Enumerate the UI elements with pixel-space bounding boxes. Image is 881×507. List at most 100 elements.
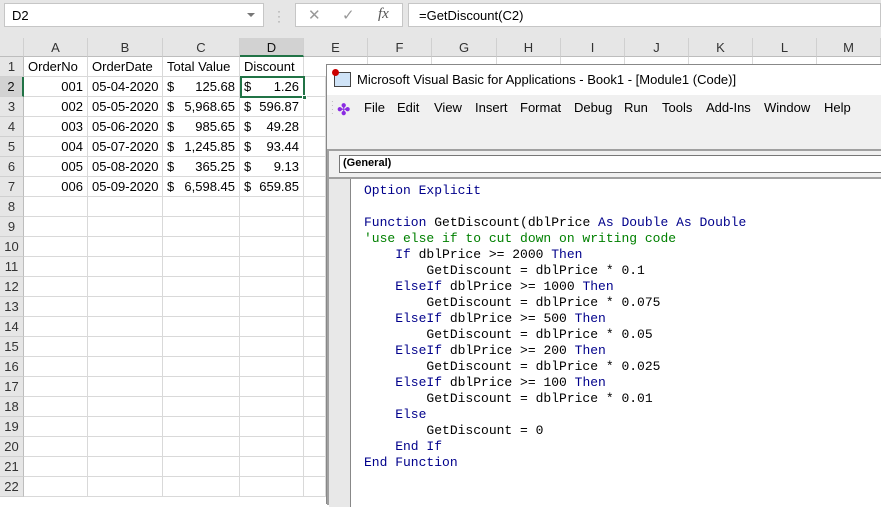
enter-icon[interactable]: ✓ — [342, 6, 355, 24]
cell[interactable] — [88, 397, 163, 417]
cell[interactable] — [163, 417, 240, 437]
insert-function-icon[interactable]: fx — [378, 6, 389, 23]
cell[interactable] — [240, 297, 304, 317]
fill-handle[interactable] — [302, 95, 307, 100]
cell[interactable] — [163, 317, 240, 337]
cell[interactable] — [304, 357, 326, 377]
column-header-i[interactable]: I — [561, 38, 625, 57]
order-no-cell[interactable]: 005 — [24, 157, 88, 177]
column-header-j[interactable]: J — [625, 38, 689, 57]
header-cell[interactable]: Discount — [240, 57, 304, 77]
order-date-cell[interactable]: 05-06-2020 — [88, 117, 163, 137]
cell[interactable] — [163, 397, 240, 417]
cell[interactable] — [24, 217, 88, 237]
cell[interactable] — [88, 237, 163, 257]
cell[interactable] — [24, 417, 88, 437]
row-header-13[interactable]: 13 — [0, 297, 24, 317]
row-header-15[interactable]: 15 — [0, 337, 24, 357]
cell[interactable] — [88, 317, 163, 337]
cell[interactable] — [304, 217, 326, 237]
cell[interactable] — [163, 297, 240, 317]
cell[interactable] — [163, 437, 240, 457]
toolbar-grip-icon[interactable]: · · · · — [331, 98, 334, 118]
cell[interactable] — [88, 257, 163, 277]
cell[interactable] — [240, 237, 304, 257]
cell[interactable] — [240, 457, 304, 477]
cell[interactable] — [163, 217, 240, 237]
order-date-cell[interactable]: 05-04-2020 — [88, 77, 163, 97]
discount-cell[interactable]: $49.28 — [240, 117, 304, 137]
cell[interactable] — [24, 337, 88, 357]
row-header-5[interactable]: 5 — [0, 137, 24, 157]
order-no-cell[interactable]: 001 — [24, 77, 88, 97]
cell[interactable] — [304, 177, 326, 197]
cell[interactable] — [163, 277, 240, 297]
total-value-cell[interactable]: $985.65 — [163, 117, 240, 137]
row-header-9[interactable]: 9 — [0, 217, 24, 237]
row-header-16[interactable]: 16 — [0, 357, 24, 377]
cell[interactable] — [24, 257, 88, 277]
header-cell[interactable]: OrderDate — [88, 57, 163, 77]
cell[interactable] — [24, 477, 88, 497]
cell[interactable] — [88, 197, 163, 217]
order-date-cell[interactable]: 05-09-2020 — [88, 177, 163, 197]
total-value-cell[interactable]: $1,245.85 — [163, 137, 240, 157]
menu-window[interactable]: Window — [764, 95, 810, 121]
row-header-17[interactable]: 17 — [0, 377, 24, 397]
cell[interactable] — [88, 477, 163, 497]
cell[interactable] — [304, 97, 326, 117]
column-header-h[interactable]: H — [497, 38, 561, 57]
menu-file[interactable]: File — [364, 95, 385, 121]
cell[interactable] — [304, 377, 326, 397]
total-value-cell[interactable]: $5,968.65 — [163, 97, 240, 117]
cell[interactable] — [24, 437, 88, 457]
order-no-cell[interactable]: 006 — [24, 177, 88, 197]
column-header-d[interactable]: D — [240, 38, 304, 57]
cell[interactable] — [304, 277, 326, 297]
cell[interactable] — [240, 417, 304, 437]
total-value-cell[interactable]: $6,598.45 — [163, 177, 240, 197]
cell[interactable] — [24, 197, 88, 217]
cell[interactable] — [163, 357, 240, 377]
cell[interactable] — [163, 457, 240, 477]
header-cell[interactable]: Total Value — [163, 57, 240, 77]
vba-menu-icon[interactable]: ✤ — [337, 98, 357, 119]
code-pane[interactable]: Option Explicit Function GetDiscount(dblP… — [329, 177, 881, 507]
row-header-19[interactable]: 19 — [0, 417, 24, 437]
cell[interactable] — [304, 257, 326, 277]
order-no-cell[interactable]: 002 — [24, 97, 88, 117]
row-header-2[interactable]: 2 — [0, 77, 24, 97]
cell[interactable] — [24, 377, 88, 397]
menu-view[interactable]: View — [434, 95, 462, 121]
discount-cell[interactable]: $596.87 — [240, 97, 304, 117]
order-no-cell[interactable]: 003 — [24, 117, 88, 137]
cell[interactable] — [24, 277, 88, 297]
row-header-20[interactable]: 20 — [0, 437, 24, 457]
cell[interactable] — [304, 297, 326, 317]
total-value-cell[interactable]: $125.68 — [163, 77, 240, 97]
menu-help[interactable]: Help — [824, 95, 851, 121]
cancel-icon[interactable]: ✕ — [308, 6, 321, 24]
cell[interactable] — [304, 397, 326, 417]
cell[interactable] — [240, 317, 304, 337]
cell[interactable] — [88, 217, 163, 237]
cell[interactable] — [88, 277, 163, 297]
menu-add-ins[interactable]: Add-Ins — [706, 95, 751, 121]
code-editor[interactable]: Option Explicit Function GetDiscount(dblP… — [364, 183, 746, 471]
cell[interactable] — [24, 317, 88, 337]
cell[interactable] — [240, 337, 304, 357]
menu-debug[interactable]: Debug — [574, 95, 612, 121]
cell[interactable] — [88, 417, 163, 437]
object-dropdown[interactable]: (General) — [339, 155, 881, 173]
cell[interactable] — [163, 337, 240, 357]
cell[interactable] — [163, 477, 240, 497]
cell[interactable] — [304, 157, 326, 177]
select-all-corner[interactable] — [0, 38, 24, 57]
menu-run[interactable]: Run — [624, 95, 648, 121]
cell[interactable] — [240, 397, 304, 417]
column-header-c[interactable]: C — [163, 38, 240, 57]
cell[interactable] — [24, 237, 88, 257]
cell[interactable] — [304, 457, 326, 477]
cell[interactable] — [163, 257, 240, 277]
cell[interactable] — [240, 257, 304, 277]
